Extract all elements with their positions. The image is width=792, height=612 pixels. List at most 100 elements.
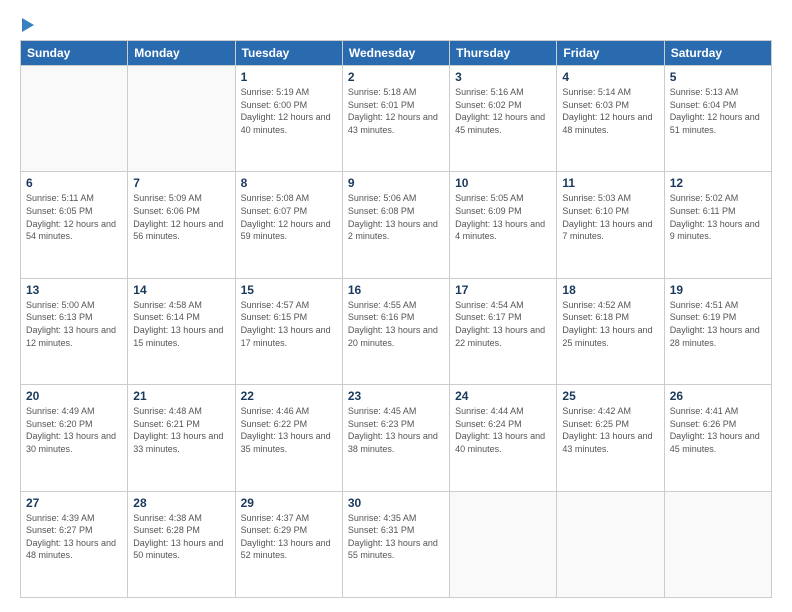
day-number: 18 [562, 283, 658, 297]
col-header-thursday: Thursday [450, 41, 557, 66]
day-number: 1 [241, 70, 337, 84]
day-info: Sunrise: 5:19 AM Sunset: 6:00 PM Dayligh… [241, 86, 337, 136]
col-header-monday: Monday [128, 41, 235, 66]
day-number: 17 [455, 283, 551, 297]
day-info: Sunrise: 4:42 AM Sunset: 6:25 PM Dayligh… [562, 405, 658, 455]
day-number: 9 [348, 176, 444, 190]
day-info: Sunrise: 5:14 AM Sunset: 6:03 PM Dayligh… [562, 86, 658, 136]
day-cell: 10 Sunrise: 5:05 AM Sunset: 6:09 PM Dayli… [450, 172, 557, 278]
day-info: Sunrise: 4:48 AM Sunset: 6:21 PM Dayligh… [133, 405, 229, 455]
logo-triangle-icon [22, 18, 34, 32]
day-cell: 19 Sunrise: 4:51 AM Sunset: 6:19 PM Dayli… [664, 278, 771, 384]
day-number: 7 [133, 176, 229, 190]
day-number: 21 [133, 389, 229, 403]
day-info: Sunrise: 5:02 AM Sunset: 6:11 PM Dayligh… [670, 192, 766, 242]
day-cell: 28Sunrise: 4:38 AM Sunset: 6:28 PM Dayli… [128, 491, 235, 597]
day-cell: 17 Sunrise: 4:54 AM Sunset: 6:17 PM Dayli… [450, 278, 557, 384]
day-cell [128, 66, 235, 172]
day-number: 27 [26, 496, 122, 510]
day-cell: 22Sunrise: 4:46 AM Sunset: 6:22 PM Dayli… [235, 385, 342, 491]
logo-line [20, 18, 34, 30]
day-number: 19 [670, 283, 766, 297]
week-row-5: 27 Sunrise: 4:39 AM Sunset: 6:27 PM Dayli… [21, 491, 772, 597]
col-header-tuesday: Tuesday [235, 41, 342, 66]
day-cell: 30 Sunrise: 4:35 AM Sunset: 6:31 PM Dayli… [342, 491, 449, 597]
day-number: 11 [562, 176, 658, 190]
day-info: Sunrise: 4:57 AM Sunset: 6:15 PM Dayligh… [241, 299, 337, 349]
day-cell: 18Sunrise: 4:52 AM Sunset: 6:18 PM Dayli… [557, 278, 664, 384]
col-header-saturday: Saturday [664, 41, 771, 66]
header-row: SundayMondayTuesdayWednesdayThursdayFrid… [21, 41, 772, 66]
day-info: Sunrise: 4:39 AM Sunset: 6:27 PM Dayligh… [26, 512, 122, 562]
day-cell: 9 Sunrise: 5:06 AM Sunset: 6:08 PM Daylig… [342, 172, 449, 278]
day-cell: 20 Sunrise: 4:49 AM Sunset: 6:20 PM Dayli… [21, 385, 128, 491]
day-info: Sunrise: 4:49 AM Sunset: 6:20 PM Dayligh… [26, 405, 122, 455]
day-info: Sunrise: 4:38 AM Sunset: 6:28 PM Dayligh… [133, 512, 229, 562]
day-cell: 8Sunrise: 5:08 AM Sunset: 6:07 PM Daylig… [235, 172, 342, 278]
day-cell: 11 Sunrise: 5:03 AM Sunset: 6:10 PM Dayli… [557, 172, 664, 278]
day-number: 2 [348, 70, 444, 84]
week-row-2: 6Sunrise: 5:11 AM Sunset: 6:05 PM Daylig… [21, 172, 772, 278]
day-info: Sunrise: 4:45 AM Sunset: 6:23 PM Dayligh… [348, 405, 444, 455]
day-info: Sunrise: 4:54 AM Sunset: 6:17 PM Dayligh… [455, 299, 551, 349]
day-number: 13 [26, 283, 122, 297]
day-info: Sunrise: 5:03 AM Sunset: 6:10 PM Dayligh… [562, 192, 658, 242]
day-cell: 5 Sunrise: 5:13 AM Sunset: 6:04 PM Daylig… [664, 66, 771, 172]
day-number: 22 [241, 389, 337, 403]
day-cell: 15 Sunrise: 4:57 AM Sunset: 6:15 PM Dayli… [235, 278, 342, 384]
day-number: 30 [348, 496, 444, 510]
day-cell: 29 Sunrise: 4:37 AM Sunset: 6:29 PM Dayli… [235, 491, 342, 597]
day-cell: 7 Sunrise: 5:09 AM Sunset: 6:06 PM Daylig… [128, 172, 235, 278]
day-info: Sunrise: 4:51 AM Sunset: 6:19 PM Dayligh… [670, 299, 766, 349]
day-cell: 4 Sunrise: 5:14 AM Sunset: 6:03 PM Daylig… [557, 66, 664, 172]
day-number: 10 [455, 176, 551, 190]
day-cell: 6Sunrise: 5:11 AM Sunset: 6:05 PM Daylig… [21, 172, 128, 278]
day-cell: 13 Sunrise: 5:00 AM Sunset: 6:13 PM Dayli… [21, 278, 128, 384]
day-info: Sunrise: 4:55 AM Sunset: 6:16 PM Dayligh… [348, 299, 444, 349]
col-header-friday: Friday [557, 41, 664, 66]
day-info: Sunrise: 5:13 AM Sunset: 6:04 PM Dayligh… [670, 86, 766, 136]
week-row-4: 20 Sunrise: 4:49 AM Sunset: 6:20 PM Dayli… [21, 385, 772, 491]
day-cell [450, 491, 557, 597]
day-info: Sunrise: 5:06 AM Sunset: 6:08 PM Dayligh… [348, 192, 444, 242]
day-info: Sunrise: 5:09 AM Sunset: 6:06 PM Dayligh… [133, 192, 229, 242]
day-cell: 23 Sunrise: 4:45 AM Sunset: 6:23 PM Dayli… [342, 385, 449, 491]
day-cell: 14 Sunrise: 4:58 AM Sunset: 6:14 PM Dayli… [128, 278, 235, 384]
day-number: 8 [241, 176, 337, 190]
day-number: 23 [348, 389, 444, 403]
day-number: 6 [26, 176, 122, 190]
day-info: Sunrise: 5:00 AM Sunset: 6:13 PM Dayligh… [26, 299, 122, 349]
day-number: 25 [562, 389, 658, 403]
day-number: 26 [670, 389, 766, 403]
day-number: 5 [670, 70, 766, 84]
day-cell: 25 Sunrise: 4:42 AM Sunset: 6:25 PM Dayli… [557, 385, 664, 491]
day-number: 29 [241, 496, 337, 510]
day-cell: 1 Sunrise: 5:19 AM Sunset: 6:00 PM Daylig… [235, 66, 342, 172]
day-info: Sunrise: 5:05 AM Sunset: 6:09 PM Dayligh… [455, 192, 551, 242]
day-cell [21, 66, 128, 172]
day-cell: 26 Sunrise: 4:41 AM Sunset: 6:26 PM Dayli… [664, 385, 771, 491]
day-cell: 21 Sunrise: 4:48 AM Sunset: 6:21 PM Dayli… [128, 385, 235, 491]
day-cell: 12 Sunrise: 5:02 AM Sunset: 6:11 PM Dayli… [664, 172, 771, 278]
week-row-3: 13 Sunrise: 5:00 AM Sunset: 6:13 PM Dayli… [21, 278, 772, 384]
day-info: Sunrise: 4:58 AM Sunset: 6:14 PM Dayligh… [133, 299, 229, 349]
day-number: 3 [455, 70, 551, 84]
col-header-wednesday: Wednesday [342, 41, 449, 66]
day-number: 12 [670, 176, 766, 190]
day-info: Sunrise: 5:18 AM Sunset: 6:01 PM Dayligh… [348, 86, 444, 136]
day-number: 24 [455, 389, 551, 403]
day-number: 15 [241, 283, 337, 297]
day-cell: 2 Sunrise: 5:18 AM Sunset: 6:01 PM Daylig… [342, 66, 449, 172]
day-number: 14 [133, 283, 229, 297]
calendar-table: SundayMondayTuesdayWednesdayThursdayFrid… [20, 40, 772, 598]
day-number: 4 [562, 70, 658, 84]
day-cell: 27 Sunrise: 4:39 AM Sunset: 6:27 PM Dayli… [21, 491, 128, 597]
col-header-sunday: Sunday [21, 41, 128, 66]
day-cell [557, 491, 664, 597]
day-info: Sunrise: 4:37 AM Sunset: 6:29 PM Dayligh… [241, 512, 337, 562]
day-number: 20 [26, 389, 122, 403]
day-info: Sunrise: 4:35 AM Sunset: 6:31 PM Dayligh… [348, 512, 444, 562]
day-cell: 24Sunrise: 4:44 AM Sunset: 6:24 PM Dayli… [450, 385, 557, 491]
day-info: Sunrise: 4:41 AM Sunset: 6:26 PM Dayligh… [670, 405, 766, 455]
week-row-1: 1 Sunrise: 5:19 AM Sunset: 6:00 PM Daylig… [21, 66, 772, 172]
